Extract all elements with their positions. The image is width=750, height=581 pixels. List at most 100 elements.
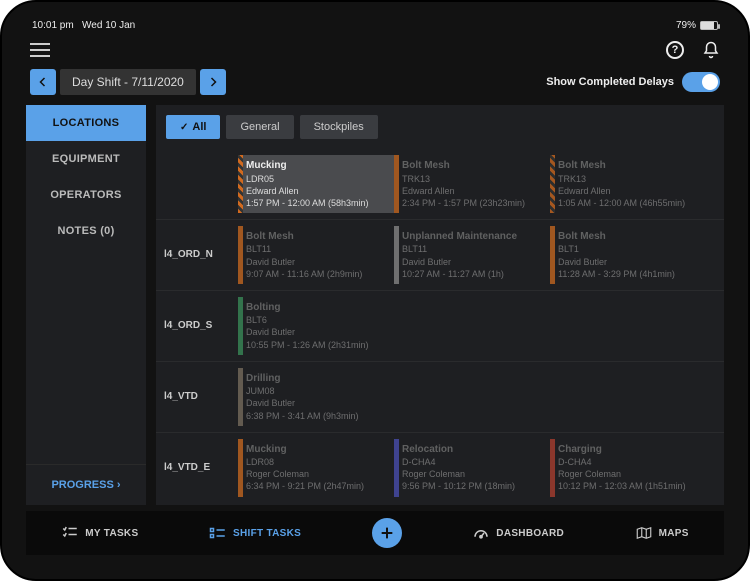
task-color-bar <box>238 226 243 284</box>
task-operator: David Butler <box>558 256 700 268</box>
task-card[interactable]: MuckingLDR05Edward Allen1:57 PM - 12:00 … <box>238 155 394 213</box>
task-time: 9:07 AM - 11:16 AM (2h9min) <box>246 268 388 280</box>
nav-dashboard[interactable]: DASHBOARD <box>472 526 564 540</box>
location-row: l4_VTDDrillingJUM08David Butler6:38 PM -… <box>156 362 724 433</box>
notifications-icon[interactable] <box>702 41 720 59</box>
sidebar-item-notes-0-[interactable]: NOTES (0) <box>26 213 146 249</box>
task-title: Bolt Mesh <box>558 230 700 244</box>
task-color-bar <box>550 155 555 213</box>
task-operator: Roger Coleman <box>558 468 700 480</box>
task-color-bar <box>550 439 555 497</box>
task-title: Bolt Mesh <box>402 159 544 173</box>
task-time: 2:34 PM - 1:57 PM (23h23min) <box>402 197 544 209</box>
bottom-nav: MY TASKS SHIFT TASKS DASHBOARD MAPS <box>26 511 724 555</box>
next-shift-button[interactable] <box>200 69 226 95</box>
add-button[interactable] <box>372 518 402 548</box>
task-operator: Roger Coleman <box>246 468 388 480</box>
menu-icon[interactable] <box>30 43 50 57</box>
task-card[interactable]: BoltingBLT6David Butler10:55 PM - 1:26 A… <box>238 297 394 355</box>
task-time: 9:56 PM - 10:12 PM (18min) <box>402 480 544 492</box>
task-card[interactable]: RelocationD-CHA4Roger Coleman9:56 PM - 1… <box>394 439 550 497</box>
sidebar-item-locations[interactable]: LOCATIONS <box>26 105 146 141</box>
task-card[interactable]: Bolt MeshTRK13Edward Allen1:05 AM - 12:0… <box>550 155 706 213</box>
task-card[interactable]: ChargingD-CHA4Roger Coleman10:12 PM - 12… <box>550 439 706 497</box>
task-operator: Edward Allen <box>246 185 388 197</box>
sidebar-item-operators[interactable]: OPERATORS <box>26 177 146 213</box>
task-operator: David Butler <box>246 326 388 338</box>
task-equipment: TRK13 <box>402 173 544 185</box>
task-equipment: BLT6 <box>246 314 388 326</box>
task-time: 6:38 PM - 3:41 AM (9h3min) <box>246 410 388 422</box>
task-time: 6:34 PM - 9:21 PM (2h47min) <box>246 480 388 492</box>
prev-shift-button[interactable] <box>30 69 56 95</box>
task-title: Unplanned Maintenance <box>402 230 544 244</box>
filter-chip-stockpiles[interactable]: Stockpiles <box>300 115 378 139</box>
main-panel: ✓AllGeneralStockpiles MuckingLDR05Edward… <box>156 105 724 505</box>
task-operator: Roger Coleman <box>402 468 544 480</box>
location-row: l4_ORD_SBoltingBLT6David Butler10:55 PM … <box>156 291 724 362</box>
task-equipment: BLT1 <box>558 243 700 255</box>
task-color-bar <box>394 439 399 497</box>
task-color-bar <box>238 155 243 213</box>
task-equipment: BLT11 <box>246 243 388 255</box>
task-title: Bolt Mesh <box>558 159 700 173</box>
filter-chip-general[interactable]: General <box>226 115 293 139</box>
task-card[interactable]: MuckingLDR08Roger Coleman6:34 PM - 9:21 … <box>238 439 394 497</box>
location-row: MuckingLDR05Edward Allen1:57 PM - 12:00 … <box>156 149 724 220</box>
status-bar: 10:01 pm Wed 10 Jan 79% <box>26 20 724 33</box>
row-label: l4_ORD_N <box>156 220 238 290</box>
task-color-bar <box>394 155 399 213</box>
task-card[interactable]: Bolt MeshTRK13Edward Allen2:34 PM - 1:57… <box>394 155 550 213</box>
task-color-bar <box>238 368 243 426</box>
task-time: 10:55 PM - 1:26 AM (2h31min) <box>246 339 388 351</box>
task-title: Charging <box>558 443 700 457</box>
task-card[interactable]: DrillingJUM08David Butler6:38 PM - 3:41 … <box>238 368 394 426</box>
row-label: l4_VTD_E <box>156 433 238 503</box>
task-equipment: JUM08 <box>246 385 388 397</box>
nav-my-tasks[interactable]: MY TASKS <box>61 526 138 540</box>
row-label <box>156 149 238 219</box>
task-operator: Edward Allen <box>402 185 544 197</box>
task-equipment: LDR08 <box>246 456 388 468</box>
help-icon[interactable]: ? <box>666 41 684 59</box>
task-title: Drilling <box>246 372 388 386</box>
task-color-bar <box>550 226 555 284</box>
task-color-bar <box>238 439 243 497</box>
task-equipment: D-CHA4 <box>558 456 700 468</box>
task-time: 11:28 AM - 3:29 PM (4h1min) <box>558 268 700 280</box>
task-card[interactable]: Bolt MeshBLT11David Butler9:07 AM - 11:1… <box>238 226 394 284</box>
task-card[interactable]: Bolt MeshBLT1David Butler11:28 AM - 3:29… <box>550 226 706 284</box>
shift-selector[interactable]: Day Shift - 7/11/2020 <box>60 69 196 95</box>
battery-percent: 79% <box>676 20 696 31</box>
task-title: Relocation <box>402 443 544 457</box>
task-time: 10:27 AM - 11:27 AM (1h) <box>402 268 544 280</box>
task-color-bar <box>238 297 243 355</box>
location-row: l4_VTD_EMuckingLDR08Roger Coleman6:34 PM… <box>156 433 724 503</box>
location-row: l4_ORD_NBolt MeshBLT11David Butler9:07 A… <box>156 220 724 291</box>
task-title: Bolting <box>246 301 388 315</box>
task-title: Mucking <box>246 443 388 457</box>
row-label: l4_VTD <box>156 362 238 432</box>
sidebar-progress-link[interactable]: PROGRESS › <box>26 464 146 505</box>
task-operator: David Butler <box>402 256 544 268</box>
task-equipment: LDR05 <box>246 173 388 185</box>
nav-maps[interactable]: MAPS <box>635 526 689 540</box>
task-color-bar <box>394 226 399 284</box>
task-operator: David Butler <box>246 256 388 268</box>
sidebar-item-equipment[interactable]: EQUIPMENT <box>26 141 146 177</box>
filter-chip-all[interactable]: ✓All <box>166 115 220 139</box>
status-date: Wed 10 Jan <box>82 20 135 31</box>
task-equipment: TRK13 <box>558 173 700 185</box>
show-completed-delays-toggle[interactable] <box>682 72 720 92</box>
nav-shift-tasks[interactable]: SHIFT TASKS <box>209 526 301 540</box>
battery-icon <box>700 21 718 30</box>
toggle-label: Show Completed Delays <box>546 76 674 88</box>
task-title: Bolt Mesh <box>246 230 388 244</box>
task-card[interactable]: Unplanned MaintenanceBLT11David Butler10… <box>394 226 550 284</box>
task-equipment: BLT11 <box>402 243 544 255</box>
task-operator: Edward Allen <box>558 185 700 197</box>
task-equipment: D-CHA4 <box>402 456 544 468</box>
task-operator: David Butler <box>246 397 388 409</box>
sidebar: LOCATIONSEQUIPMENTOPERATORSNOTES (0) PRO… <box>26 105 146 505</box>
status-time: 10:01 pm <box>32 20 74 31</box>
